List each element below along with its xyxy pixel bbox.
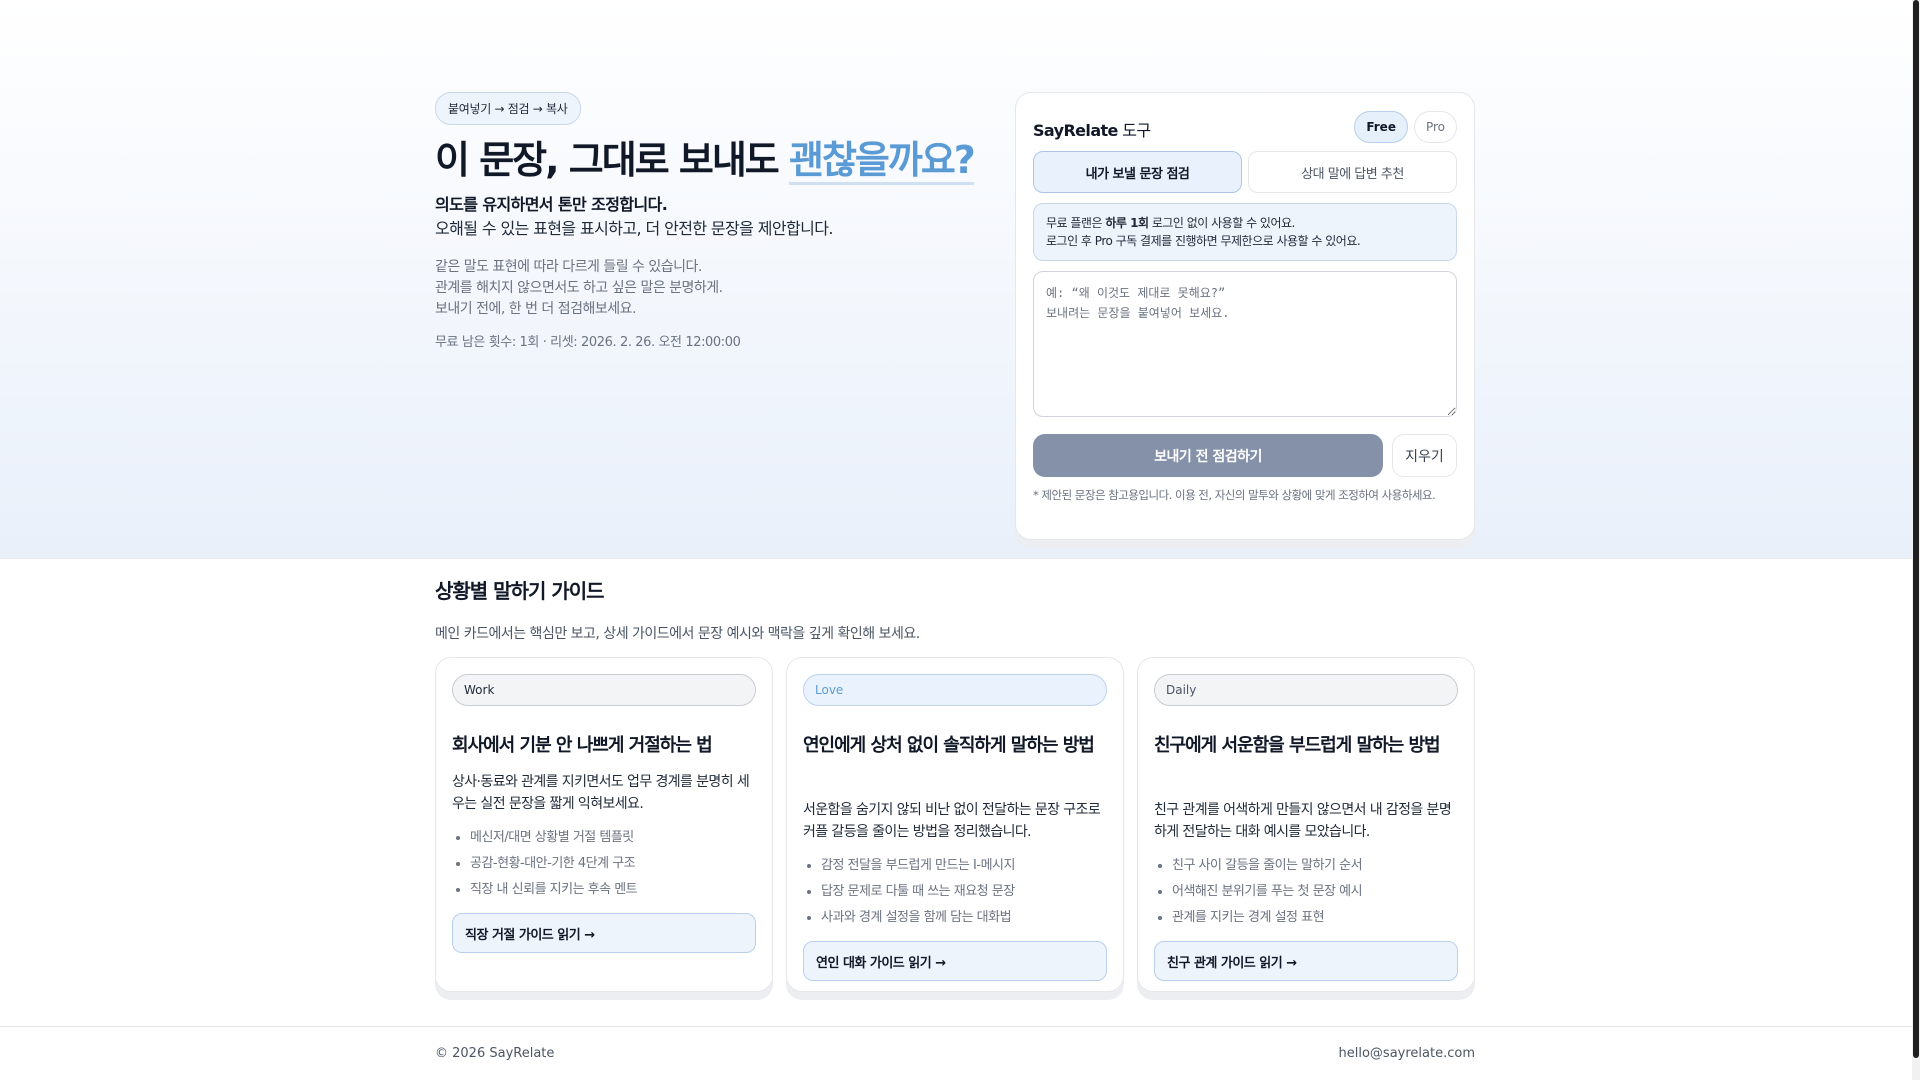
guide-points: 감정 전달을 부드럽게 만드는 I-메시지 답장 문제로 다툴 때 쓰는 재요청… xyxy=(803,853,1107,931)
muted-line: 같은 말도 표현에 따라 다르게 들릴 수 있습니다. xyxy=(435,259,702,275)
footer: © 2026 SayRelate hello@sayrelate.com xyxy=(0,1026,1920,1080)
tool-actions: 보내기 전 점검하기 지우기 xyxy=(1033,434,1457,477)
hero-intro: 붙여넣기 → 점검 → 복사 이 문장, 그대로 보내도 괜찮을까요? 의도를 … xyxy=(435,92,976,350)
guide-title: 연인에게 상처 없이 솔직하게 말하는 방법 xyxy=(803,735,1095,756)
guide-link-daily[interactable]: 친구 관계 가이드 읽기 → xyxy=(1154,941,1458,981)
guide-body: 서운함을 숨기지 않되 비난 없이 전달하는 문장 구조로 커플 갈등을 줄이는… xyxy=(803,799,1107,981)
guide-summary: 상사·동료와 관계를 지키면서도 업무 경계를 분명히 세우는 실전 문장을 짧… xyxy=(452,774,750,812)
list-item: 친구 사이 갈등을 줄이는 말하기 순서 xyxy=(1172,853,1458,879)
notice-text: 로그인 없이 사용할 수 있어요. xyxy=(1148,216,1296,230)
tool-title: SayRelate 도구 xyxy=(1033,117,1151,141)
plan-free-button[interactable]: Free xyxy=(1354,111,1408,143)
copyright: © 2026 SayRelate xyxy=(435,1046,555,1061)
guide-tag: Daily xyxy=(1154,674,1458,706)
guide-body: 친구 관계를 어색하게 만들지 않으면서 내 감정을 분명하게 전달하는 대화 … xyxy=(1154,799,1458,981)
page: 붙여넣기 → 점검 → 복사 이 문장, 그대로 보내도 괜찮을까요? 의도를 … xyxy=(0,0,1920,1080)
guide-points: 메신저/대면 상황별 거절 템플릿 공감-현황-대안-기한 4단계 구조 직장 … xyxy=(452,825,756,903)
guide-points: 친구 사이 갈등을 줄이는 말하기 순서 어색해진 분위기를 푸는 첫 문장 예… xyxy=(1154,853,1458,931)
notice-highlight: 하루 1회 xyxy=(1105,216,1149,230)
hero-subdesc: 오해될 수 있는 표현을 표시하고, 더 안전한 문장을 제안합니다. xyxy=(435,219,833,238)
tab-check-my-sentence[interactable]: 내가 보낼 문장 점검 xyxy=(1033,151,1242,193)
headline-main: 이 문장, 그대로 보내도 xyxy=(435,138,789,182)
tool-brand: SayRelate xyxy=(1033,121,1118,140)
guide-card-work: Work 회사에서 기분 안 나쁘게 거절하는 법 상사·동료와 관계를 지키면… xyxy=(435,657,773,992)
list-item: 공감-현황-대안-기한 4단계 구조 xyxy=(470,851,756,877)
guide-card-love: Love 연인에게 상처 없이 솔직하게 말하는 방법 서운함을 숨기지 않되 … xyxy=(786,657,1124,992)
list-item: 어색해진 분위기를 푸는 첫 문장 예시 xyxy=(1172,879,1458,905)
guide-link-love[interactable]: 연인 대화 가이드 읽기 → xyxy=(803,941,1107,981)
check-before-send-button[interactable]: 보내기 전 점검하기 xyxy=(1033,434,1383,477)
tool-header: SayRelate 도구 Free Pro xyxy=(1033,111,1457,143)
guides-title: 상황별 말하기 가이드 xyxy=(435,579,605,603)
guide-link-work[interactable]: 직장 거절 가이드 읽기 → xyxy=(452,913,756,953)
mode-tabs: 내가 보낼 문장 점검 상대 말에 답변 추천 xyxy=(1033,151,1457,193)
plan-toggle: Free Pro xyxy=(1354,111,1457,143)
steps-pill: 붙여넣기 → 점검 → 복사 xyxy=(435,92,581,125)
guide-title: 친구에게 서운함을 부드럽게 말하는 방법 xyxy=(1154,735,1441,756)
list-item: 답장 문제로 다툴 때 쓰는 재요청 문장 xyxy=(821,879,1107,905)
guide-summary: 친구 관계를 어색하게 만들지 않으면서 내 감정을 분명하게 전달하는 대화 … xyxy=(1154,802,1452,840)
tool-card: SayRelate 도구 Free Pro 내가 보낼 문장 점검 상대 말에 … xyxy=(1015,92,1475,540)
page-scrollbar[interactable] xyxy=(1912,0,1920,1080)
guides-description: 메인 카드에서는 핵심만 보고, 상세 가이드에서 문장 예시와 맥락을 깊게 … xyxy=(435,626,920,642)
guide-body: 상사·동료와 관계를 지키면서도 업무 경계를 분명히 세우는 실전 문장을 짧… xyxy=(452,771,756,953)
list-item: 메신저/대면 상황별 거절 템플릿 xyxy=(470,825,756,851)
tab-reply-suggestion[interactable]: 상대 말에 답변 추천 xyxy=(1248,151,1457,193)
list-item: 직장 내 신뢰를 지키는 후속 멘트 xyxy=(470,877,756,903)
list-item: 관계를 지키는 경계 설정 표현 xyxy=(1172,905,1458,931)
list-item: 사과와 경계 설정을 함께 담는 대화법 xyxy=(821,905,1107,931)
guide-card-daily: Daily 친구에게 서운함을 부드럽게 말하는 방법 친구 관계를 어색하게 … xyxy=(1137,657,1475,992)
guide-title: 회사에서 기분 안 나쁘게 거절하는 법 xyxy=(452,735,713,756)
muted-line: 관계를 해치지 않으면서도 하고 싶은 말은 분명하게. xyxy=(435,280,723,296)
scrollbar-thumb[interactable] xyxy=(1913,0,1919,1058)
headline-accent: 괜찮을까요? xyxy=(789,138,976,185)
plan-notice: 무료 플랜은 하루 1회 로그인 없이 사용할 수 있어요. 로그인 후 Pro… xyxy=(1033,203,1457,261)
guide-tag: Work xyxy=(452,674,756,706)
tool-title-suffix: 도구 xyxy=(1117,121,1151,140)
hero-section: 붙여넣기 → 점검 → 복사 이 문장, 그대로 보내도 괜찮을까요? 의도를 … xyxy=(0,0,1920,559)
guide-tag: Love xyxy=(803,674,1107,706)
sentence-input[interactable] xyxy=(1033,271,1457,417)
guide-summary: 서운함을 숨기지 않되 비난 없이 전달하는 문장 구조로 커플 갈등을 줄이는… xyxy=(803,802,1101,840)
tool-footnote: * 제안된 문장은 참고용입니다. 이용 전, 자신의 말투와 상황에 맞게 조… xyxy=(1033,488,1436,502)
notice-text: 무료 플랜은 xyxy=(1046,216,1106,230)
free-usage-counter: 무료 남은 횟수: 1회 · 리셋: 2026. 2. 26. 오전 12:00… xyxy=(435,335,741,350)
plan-pro-button[interactable]: Pro xyxy=(1413,111,1457,143)
page-headline: 이 문장, 그대로 보내도 괜찮을까요? xyxy=(435,135,976,185)
hero-muted-lines: 같은 말도 표현에 따라 다르게 들릴 수 있습니다. 관계를 해치지 않으면서… xyxy=(435,257,975,320)
notice-line-1: 무료 플랜은 하루 1회 로그인 없이 사용할 수 있어요. xyxy=(1046,214,1444,232)
hero-subhead: 의도를 유지하면서 톤만 조정합니다. xyxy=(435,195,668,214)
contact-email-link[interactable]: hello@sayrelate.com xyxy=(1339,1046,1475,1061)
muted-line: 보내기 전에, 한 번 더 점검해보세요. xyxy=(435,301,636,317)
list-item: 감정 전달을 부드럽게 만드는 I-메시지 xyxy=(821,853,1107,879)
notice-line-2: 로그인 후 Pro 구독 결제를 진행하면 무제한으로 사용할 수 있어요. xyxy=(1046,234,1361,248)
clear-button[interactable]: 지우기 xyxy=(1392,434,1457,477)
